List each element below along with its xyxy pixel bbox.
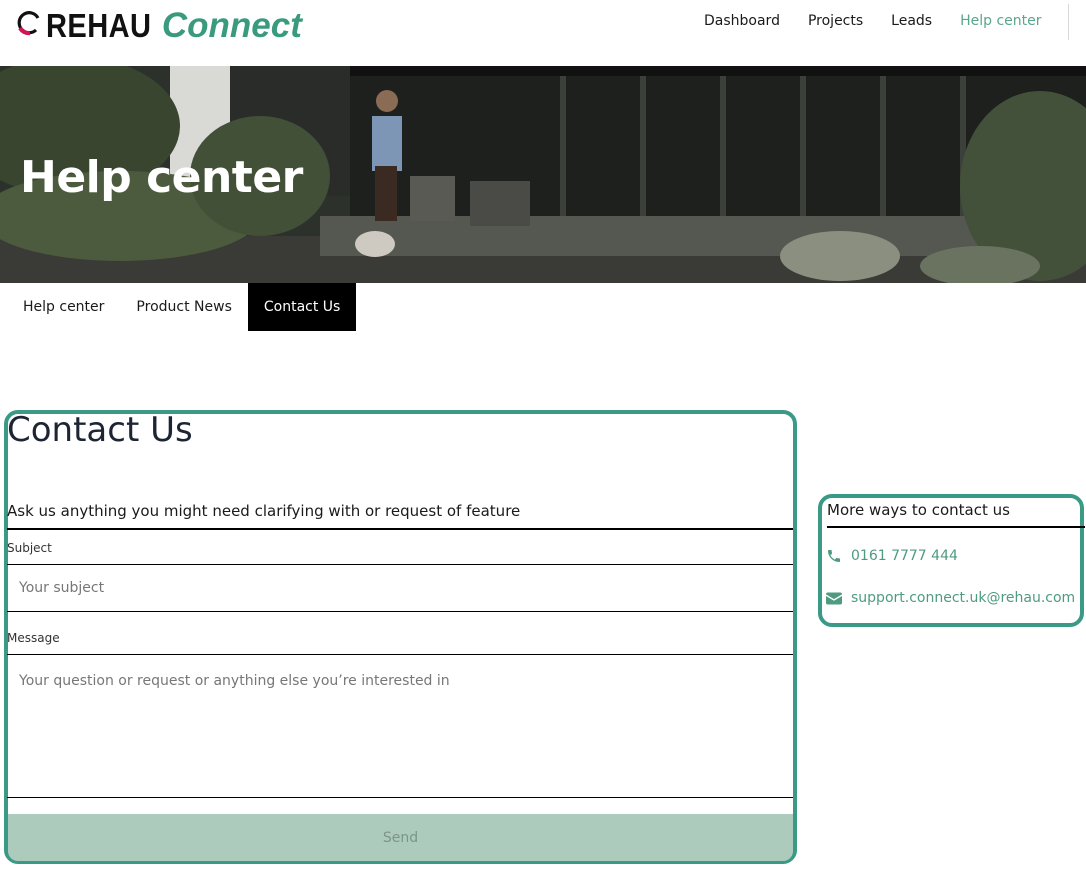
phone-number: 0161 7777 444 xyxy=(851,548,958,564)
envelope-icon xyxy=(826,592,842,604)
email-link[interactable]: support.connect.uk@rehau.com xyxy=(826,590,1075,606)
contact-title: Contact Us xyxy=(7,410,193,450)
tab-contact-us[interactable]: Contact Us xyxy=(247,283,357,331)
rehau-connect-logo[interactable]: REHAU Connect xyxy=(16,6,302,46)
nav-leads[interactable]: Leads xyxy=(891,13,932,29)
subject-label: Subject xyxy=(7,541,52,555)
divider xyxy=(7,611,793,612)
tab-product-news[interactable]: Product News xyxy=(120,283,247,331)
nav-dashboard[interactable]: Dashboard xyxy=(704,13,780,29)
contact-description: Ask us anything you might need clarifyin… xyxy=(7,502,521,520)
phone-icon xyxy=(828,550,840,562)
nav-help-center[interactable]: Help center xyxy=(960,13,1041,29)
email-address: support.connect.uk@rehau.com xyxy=(851,590,1076,606)
tab-help-center[interactable]: Help center xyxy=(7,283,120,331)
phone-link[interactable]: 0161 7777 444 xyxy=(826,548,958,564)
rehau-logo-mark-icon xyxy=(16,10,42,36)
nav-divider xyxy=(1068,4,1069,40)
nav-projects[interactable]: Projects xyxy=(808,13,863,29)
top-header: REHAU Connect Dashboard Projects Leads H… xyxy=(0,0,1086,66)
main-nav: Dashboard Projects Leads Help center xyxy=(690,13,1056,29)
subject-input[interactable] xyxy=(7,565,792,610)
divider xyxy=(7,528,793,530)
divider xyxy=(827,526,1085,528)
message-textarea[interactable] xyxy=(7,655,792,796)
more-ways-title: More ways to contact us xyxy=(827,501,1010,519)
logo-rehau-text: REHAU xyxy=(46,7,152,44)
logo-connect-text: Connect xyxy=(161,6,302,45)
divider xyxy=(7,797,793,798)
send-button[interactable]: Send xyxy=(8,814,793,861)
hero-title: Help center xyxy=(20,152,303,203)
help-tabs: Help center Product News Contact Us xyxy=(7,283,357,331)
message-label: Message xyxy=(7,631,60,645)
hero-banner: Help center xyxy=(0,66,1086,283)
